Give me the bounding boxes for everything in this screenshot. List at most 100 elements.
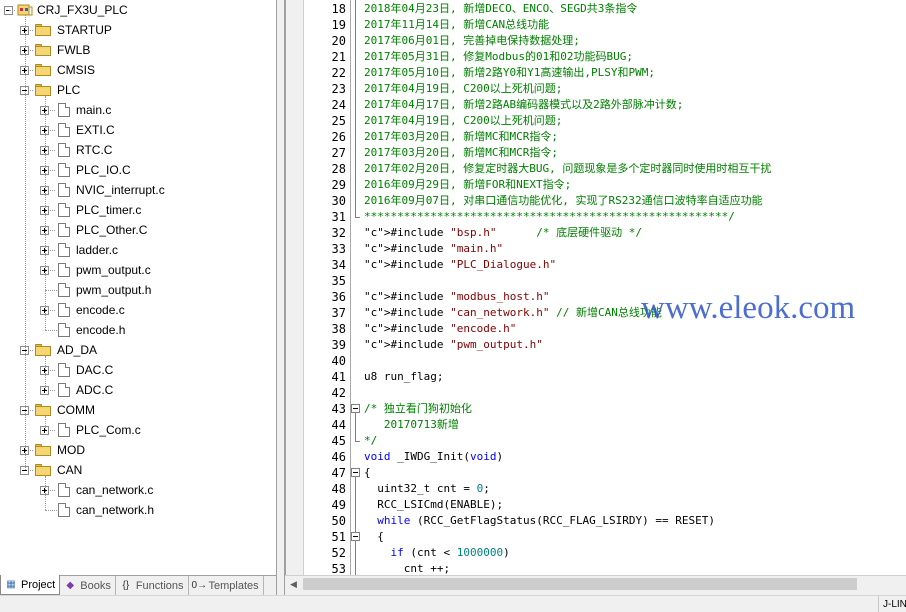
file-item-label[interactable]: EXTI.C: [76, 120, 115, 140]
code-editor[interactable]: 18 19 20 21 22 23 24 25 26 27 28 29 30 31 32 33 34 35 36 37…: [285, 0, 906, 575]
code-line[interactable]: 2017年02月20日, 修复定时器大BUG, 问题现象是多个定时器同时使用时相…: [364, 161, 771, 177]
file-item-label[interactable]: encode.c: [76, 300, 125, 320]
code-line[interactable]: "c">#include "encode.h": [364, 321, 516, 337]
code-line[interactable]: */: [364, 433, 377, 449]
source-file-icon: [58, 423, 70, 437]
code-line[interactable]: 2017年05月31日, 修复Modbus的01和02功能码BUG;: [364, 49, 633, 65]
group-plc-label[interactable]: PLC: [57, 80, 80, 100]
code-line[interactable]: "c">#include "modbus_host.h": [364, 289, 549, 305]
books-icon: ◆: [66, 579, 75, 591]
code-line[interactable]: {: [364, 529, 384, 545]
line-number: 23: [331, 82, 346, 96]
source-file-icon: [58, 223, 70, 237]
project-window-tabs: ▦ Project ◆ Books {} Functions 0→ Templates: [0, 575, 276, 595]
tab-templates[interactable]: 0→ Templates: [189, 576, 264, 595]
group-fwlb-label[interactable]: FWLB: [57, 40, 90, 60]
file-item-label[interactable]: ADC.C: [76, 380, 113, 400]
code-line[interactable]: 2017年03月20日, 新增MC和MCR指令;: [364, 145, 558, 161]
file-item-label[interactable]: encode.h: [76, 320, 125, 340]
code-line[interactable]: "c">#include "PLC_Dialogue.h": [364, 257, 556, 273]
file-item-label[interactable]: can_network.c: [76, 480, 153, 500]
line-number-gutter: 18 19 20 21 22 23 24 25 26 27 28 29 30 31 32 33 34 35 36 37…: [286, 0, 351, 575]
file-item-label[interactable]: ladder.c: [76, 240, 118, 260]
line-number: 32: [331, 226, 346, 240]
tab-functions[interactable]: {} Functions: [116, 576, 189, 595]
code-line[interactable]: 2018年04月23日, 新增DECO、ENCO、SEGD共3条指令: [364, 1, 637, 17]
source-file-icon: [58, 363, 70, 377]
code-line[interactable]: u8 run_flag;: [364, 369, 443, 385]
file-item-label[interactable]: PLC_IO.C: [76, 160, 131, 180]
code-line[interactable]: cnt ++;: [364, 561, 450, 575]
line-number: 20: [331, 34, 346, 48]
templates-icon: 0→: [191, 579, 208, 591]
file-item-label[interactable]: DAC.C: [76, 360, 113, 380]
line-number: 28: [331, 162, 346, 176]
code-line[interactable]: 2016年09月07日, 对串口通信功能优化, 实现了RS232通信口波特率自适…: [364, 193, 763, 209]
group-cmsis-label[interactable]: CMSIS: [57, 60, 95, 80]
file-item-label[interactable]: main.c: [76, 100, 111, 120]
code-line[interactable]: ****************************************…: [364, 209, 735, 225]
tree-connector: [45, 290, 59, 291]
code-line[interactable]: "c">#include "bsp.h" /* 底层硬件驱动 */: [364, 225, 642, 241]
horizontal-scrollbar[interactable]: ◀: [285, 575, 906, 592]
line-number: 37: [331, 306, 346, 320]
code-line[interactable]: 2017年04月19日, C200以上死机问题;: [364, 81, 562, 97]
code-line[interactable]: 2017年11月14日, 新增CAN总线功能: [364, 17, 549, 33]
code-line[interactable]: "c">#include "can_network.h" // 新增CAN总线功…: [364, 305, 662, 321]
folder-icon: [35, 84, 51, 96]
fold-toggle-icon[interactable]: [351, 404, 360, 413]
source-file-icon: [58, 143, 70, 157]
file-item-label[interactable]: PLC_Com.c: [76, 420, 141, 440]
group-ad_da-label[interactable]: AD_DA: [57, 340, 97, 360]
code-line[interactable]: void _IWDG_Init(void): [364, 449, 503, 465]
line-number: 46: [331, 450, 346, 464]
code-line[interactable]: 2017年05月10日, 新增2路Y0和Y1高速输出,PLSY和PWM;: [364, 65, 655, 81]
file-item-label[interactable]: can_network.h: [76, 500, 154, 520]
tab-project[interactable]: ▦ Project: [0, 575, 61, 595]
code-line[interactable]: 20170713新增: [364, 417, 459, 433]
code-line[interactable]: "c">#include "main.h": [364, 241, 503, 257]
fold-toggle-icon[interactable]: [351, 532, 360, 541]
line-number: 50: [331, 514, 346, 528]
code-line[interactable]: /* 独立看门狗初始化: [364, 401, 472, 417]
folder-icon: [35, 464, 51, 476]
group-startup-label[interactable]: STARTUP: [57, 20, 112, 40]
line-number: 33: [331, 242, 346, 256]
source-file-icon: [58, 203, 70, 217]
code-line[interactable]: 2017年06月01日, 完善掉电保持数据处理;: [364, 33, 580, 49]
line-number: 45: [331, 434, 346, 448]
fold-guide: [355, 413, 356, 441]
code-line[interactable]: 2017年04月17日, 新增2路AB编码器模式以及2路外部脉冲计数;: [364, 97, 683, 113]
line-number: 24: [331, 98, 346, 112]
scroll-left-arrow-icon[interactable]: ◀: [286, 577, 301, 591]
code-line[interactable]: if (cnt < 1000000): [364, 545, 510, 561]
fold-toggle-icon[interactable]: [351, 468, 360, 477]
code-line[interactable]: RCC_LSICmd(ENABLE);: [364, 497, 503, 513]
tab-label: Project: [21, 578, 56, 591]
project-root-label[interactable]: CRJ_FX3U_PLC: [37, 0, 128, 20]
file-item-label[interactable]: PLC_Other.C: [76, 220, 147, 240]
code-line[interactable]: "c">#include "pwm_output.h": [364, 337, 543, 353]
group-comm-label[interactable]: COMM: [57, 400, 95, 420]
group-can-label[interactable]: CAN: [57, 460, 82, 480]
code-line[interactable]: 2017年04月19日, C200以上死机问题;: [364, 113, 562, 129]
folder-icon: [35, 44, 51, 56]
code-line[interactable]: uint32_t cnt = 0;: [364, 481, 490, 497]
watermark-text: www.eleok.com: [641, 290, 856, 326]
code-line[interactable]: 2017年03月20日, 新增MC和MCR指令;: [364, 129, 558, 145]
tab-books[interactable]: ◆ Books: [60, 576, 116, 595]
file-item-label[interactable]: PLC_timer.c: [76, 200, 141, 220]
tree-connector: [45, 510, 59, 511]
code-line[interactable]: while (RCC_GetFlagStatus(RCC_FLAG_LSIRDY…: [364, 513, 715, 529]
group-mod-label[interactable]: MOD: [57, 440, 85, 460]
code-line[interactable]: {: [364, 465, 371, 481]
file-item-label[interactable]: RTC.C: [76, 140, 112, 160]
panel-splitter[interactable]: [276, 0, 285, 612]
line-number: 34: [331, 258, 346, 272]
folder-icon: [35, 444, 51, 456]
file-item-label[interactable]: NVIC_interrupt.c: [76, 180, 165, 200]
file-item-label[interactable]: pwm_output.c: [76, 260, 151, 280]
scrollbar-thumb[interactable]: [303, 578, 857, 590]
file-item-label[interactable]: pwm_output.h: [76, 280, 151, 300]
code-line[interactable]: 2016年09月29日, 新增FOR和NEXT指令;: [364, 177, 571, 193]
